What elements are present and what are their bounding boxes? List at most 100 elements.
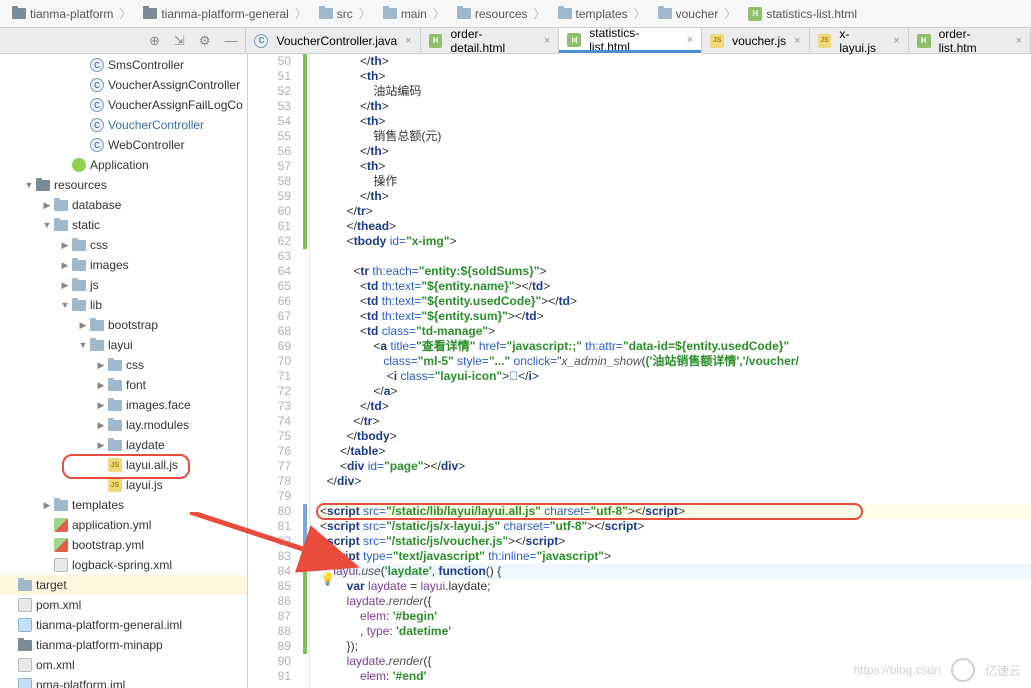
crumb[interactable]: main — [377, 0, 451, 27]
chevron-icon[interactable]: ▶ — [58, 260, 72, 271]
chevron-icon[interactable]: ▶ — [40, 200, 54, 211]
html-file-icon: H — [917, 34, 931, 48]
tab[interactable]: Hstatistics-list.html× — [559, 28, 702, 54]
tree-item[interactable]: ▶laydate — [0, 435, 247, 455]
line-number: 77 — [248, 459, 291, 474]
tree-label: templates — [72, 498, 124, 512]
chevron-icon[interactable]: ▼ — [22, 180, 36, 190]
tree-item[interactable]: ▼layui — [0, 335, 247, 355]
project-tree[interactable]: CSmsControllerCVoucherAssignControllerCV… — [0, 54, 248, 688]
close-icon[interactable]: × — [794, 35, 800, 47]
watermark: https://blog.csdn 亿速云 — [854, 658, 1021, 682]
tree-item[interactable]: JSlayui.all.js — [0, 455, 247, 475]
tree-item[interactable]: ▶css — [0, 235, 247, 255]
crumb[interactable]: Hstatistics-list.html — [742, 0, 869, 27]
close-icon[interactable]: × — [405, 35, 411, 47]
tree-item[interactable]: ▶lay.modules — [0, 415, 247, 435]
tree-label: WebController — [108, 138, 184, 152]
crumb-label: main — [401, 7, 427, 21]
tree-item[interactable]: ▼lib — [0, 295, 247, 315]
crumb-label: tianma-platform-general — [161, 7, 288, 21]
tree-item[interactable]: Application — [0, 155, 247, 175]
folder-icon — [36, 180, 50, 191]
line-number: 58 — [248, 174, 291, 189]
tree-item[interactable]: ▶ templates — [0, 495, 247, 515]
chevron-icon[interactable]: ▶ — [94, 380, 108, 391]
crumb[interactable]: templates — [552, 0, 652, 27]
expand-icon[interactable]: ⇲ — [174, 33, 185, 49]
tab-label: statistics-list.html — [589, 26, 678, 54]
crumb[interactable]: tianma-platform — [6, 0, 137, 27]
tree-item[interactable]: pom.xml — [0, 595, 247, 615]
bulb-icon[interactable]: 💡 — [320, 572, 335, 587]
java-class-icon: C — [90, 58, 104, 72]
tree-item[interactable]: ▼resources — [0, 175, 247, 195]
close-icon[interactable]: × — [687, 34, 693, 46]
close-icon[interactable]: × — [544, 35, 550, 47]
tree-item[interactable]: ▶css — [0, 355, 247, 375]
tree-item[interactable]: ▶js — [0, 275, 247, 295]
tree-item[interactable]: ▶images — [0, 255, 247, 275]
collapse-icon[interactable]: — — [224, 33, 237, 48]
tree-item[interactable]: CSmsController — [0, 55, 247, 75]
tree-item[interactable]: CWebController — [0, 135, 247, 155]
crumb[interactable]: voucher — [652, 0, 743, 27]
chevron-icon[interactable]: ▶ — [58, 240, 72, 251]
chevron-icon[interactable]: ▶ — [76, 320, 90, 331]
chevron-icon[interactable]: ▶ — [94, 420, 108, 431]
close-icon[interactable]: × — [893, 35, 899, 47]
folder-icon — [143, 8, 157, 19]
breadcrumb: tianma-platform tianma-platform-general sr… — [0, 0, 1031, 28]
line-number: 55 — [248, 129, 291, 144]
chevron-icon[interactable]: ▼ — [58, 300, 72, 310]
crumb[interactable]: src — [313, 0, 377, 27]
folder-icon — [658, 8, 672, 19]
chevron-icon[interactable]: ▶ — [40, 500, 54, 511]
crumb-label: templates — [576, 7, 628, 21]
tab-label: voucher.js — [732, 34, 786, 48]
gear-icon[interactable]: ⚙ — [199, 33, 211, 49]
tree-label: logback-spring.xml — [72, 558, 172, 572]
crumb[interactable]: resources — [451, 0, 552, 27]
tree-item[interactable]: CVoucherAssignController — [0, 75, 247, 95]
code-editor[interactable]: 5051525354555657585960616263646566676869… — [248, 54, 1031, 688]
chevron-icon[interactable]: ▶ — [94, 400, 108, 411]
tab[interactable]: Horder-list.htm× — [909, 28, 1031, 53]
tree-item[interactable]: tianma-platform-general.iml — [0, 615, 247, 635]
chevron-icon[interactable]: ▼ — [76, 340, 90, 350]
target-icon[interactable]: ⊕ — [149, 33, 160, 49]
tab[interactable]: JSx-layui.js× — [810, 28, 909, 53]
chevron-icon[interactable]: ▶ — [94, 360, 108, 371]
tree-item[interactable]: ▶images.face — [0, 395, 247, 415]
crumb[interactable]: tianma-platform-general — [137, 0, 312, 27]
tree-item[interactable]: CVoucherController — [0, 115, 247, 135]
tree-item[interactable]: nma-platform.iml — [0, 675, 247, 688]
line-number: 75 — [248, 429, 291, 444]
tab[interactable]: JSvoucher.js× — [702, 28, 809, 53]
tree-item[interactable]: JSlayui.js — [0, 475, 247, 495]
chevron-icon[interactable]: ▼ — [40, 220, 54, 230]
tab[interactable]: Horder-detail.html× — [421, 28, 560, 53]
tree-item[interactable]: target — [0, 575, 247, 595]
line-number: 65 — [248, 279, 291, 294]
tree-item[interactable]: ▶font — [0, 375, 247, 395]
chevron-icon[interactable]: ▶ — [94, 440, 108, 451]
chevron-icon[interactable]: ▶ — [58, 280, 72, 291]
tree-item[interactable]: ▶bootstrap — [0, 315, 247, 335]
spring-icon — [72, 158, 86, 172]
tree-item[interactable]: logback-spring.xml — [0, 555, 247, 575]
line-number: 91 — [248, 669, 291, 684]
close-icon[interactable]: × — [1016, 35, 1022, 47]
tree-item[interactable]: application.yml — [0, 515, 247, 535]
tab[interactable]: CVoucherController.java× — [246, 28, 420, 53]
tree-item[interactable]: tianma-platform-minapp — [0, 635, 247, 655]
code-content[interactable]: </th> <th> 油站编码 </th> <th> 销售总额(元) </th>… — [310, 54, 1031, 688]
tree-item[interactable]: bootstrap.yml — [0, 535, 247, 555]
tree-label: VoucherController — [108, 118, 204, 132]
tree-item[interactable]: CVoucherAssignFailLogCo — [0, 95, 247, 115]
tree-item[interactable]: om.xml — [0, 655, 247, 675]
folder-icon — [54, 220, 68, 231]
tree-item[interactable]: ▼static — [0, 215, 247, 235]
line-number: 71 — [248, 369, 291, 384]
tree-item[interactable]: ▶database — [0, 195, 247, 215]
